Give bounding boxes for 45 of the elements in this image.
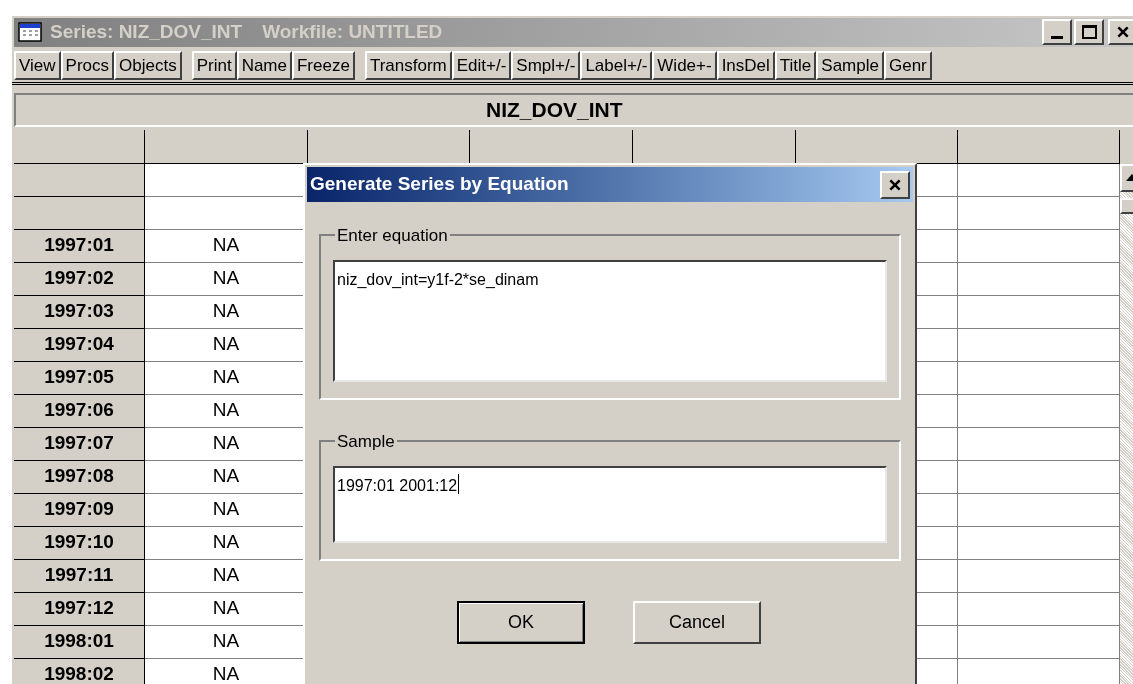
minimize-icon (1051, 36, 1063, 40)
row-label: 1997:11 (14, 559, 145, 593)
toolbar-button[interactable]: Transform (364, 50, 452, 80)
dialog-button[interactable]: OK (457, 601, 585, 644)
window-title: Series: NIZ_DOV_INT (50, 20, 243, 44)
toolbar-button[interactable]: Smpl+/- (511, 50, 581, 80)
row-label: 1997:09 (14, 493, 145, 527)
window-icon (18, 22, 42, 43)
toolbar-button[interactable]: View (14, 50, 61, 80)
row-label: 1997:05 (14, 361, 145, 395)
toolbar-button[interactable]: Objects (114, 50, 182, 80)
row-label: 1997:01 (14, 229, 145, 263)
minimize-button[interactable] (1042, 19, 1072, 46)
maximize-icon (1081, 25, 1097, 40)
toolbar-button[interactable]: Genr (883, 50, 932, 80)
text-field[interactable]: 1997:01 2001:12 (333, 466, 887, 543)
text-field[interactable]: niz_dov_int=y1f-2*se_dinam (333, 260, 887, 382)
row-label: 1997:12 (14, 592, 145, 626)
dialog-button[interactable]: Cancel (633, 601, 761, 644)
row-label: 1997:08 (14, 460, 145, 494)
series-name-header: NIZ_DOV_INT (14, 92, 1133, 127)
row-label: 1997:03 (14, 295, 145, 329)
close-button[interactable] (1108, 19, 1133, 46)
toolbar-button[interactable]: Title (774, 50, 817, 80)
toolbar-button[interactable]: Procs (60, 50, 114, 80)
toolbar-button[interactable]: Print (191, 50, 237, 80)
dialog-close-button[interactable] (880, 170, 910, 199)
toolbar-button[interactable]: Freeze (292, 50, 355, 80)
toolbar-button[interactable]: Edit+/- (451, 50, 512, 80)
row-label: 1997:07 (14, 427, 145, 461)
row-label: 1997:04 (14, 328, 145, 362)
toolbar-button[interactable]: Name (236, 50, 292, 80)
toolbar-button[interactable]: Wide+- (652, 50, 717, 80)
dialog-title: Generate Series by Equation (310, 172, 569, 197)
row-label: 1998:01 (14, 625, 145, 659)
toolbar-button[interactable]: Label+/- (580, 50, 653, 80)
row-label: 1997:06 (14, 394, 145, 428)
toolbar-button[interactable]: InsDel (716, 50, 775, 80)
row-label: 1997:10 (14, 526, 145, 560)
maximize-button[interactable] (1074, 19, 1104, 46)
row-label: 1997:02 (14, 262, 145, 296)
close-icon (888, 177, 902, 192)
window-title: Workfile: UNTITLED (262, 20, 443, 44)
toolbar-button[interactable]: Sample (816, 50, 884, 80)
close-icon (1116, 25, 1130, 40)
